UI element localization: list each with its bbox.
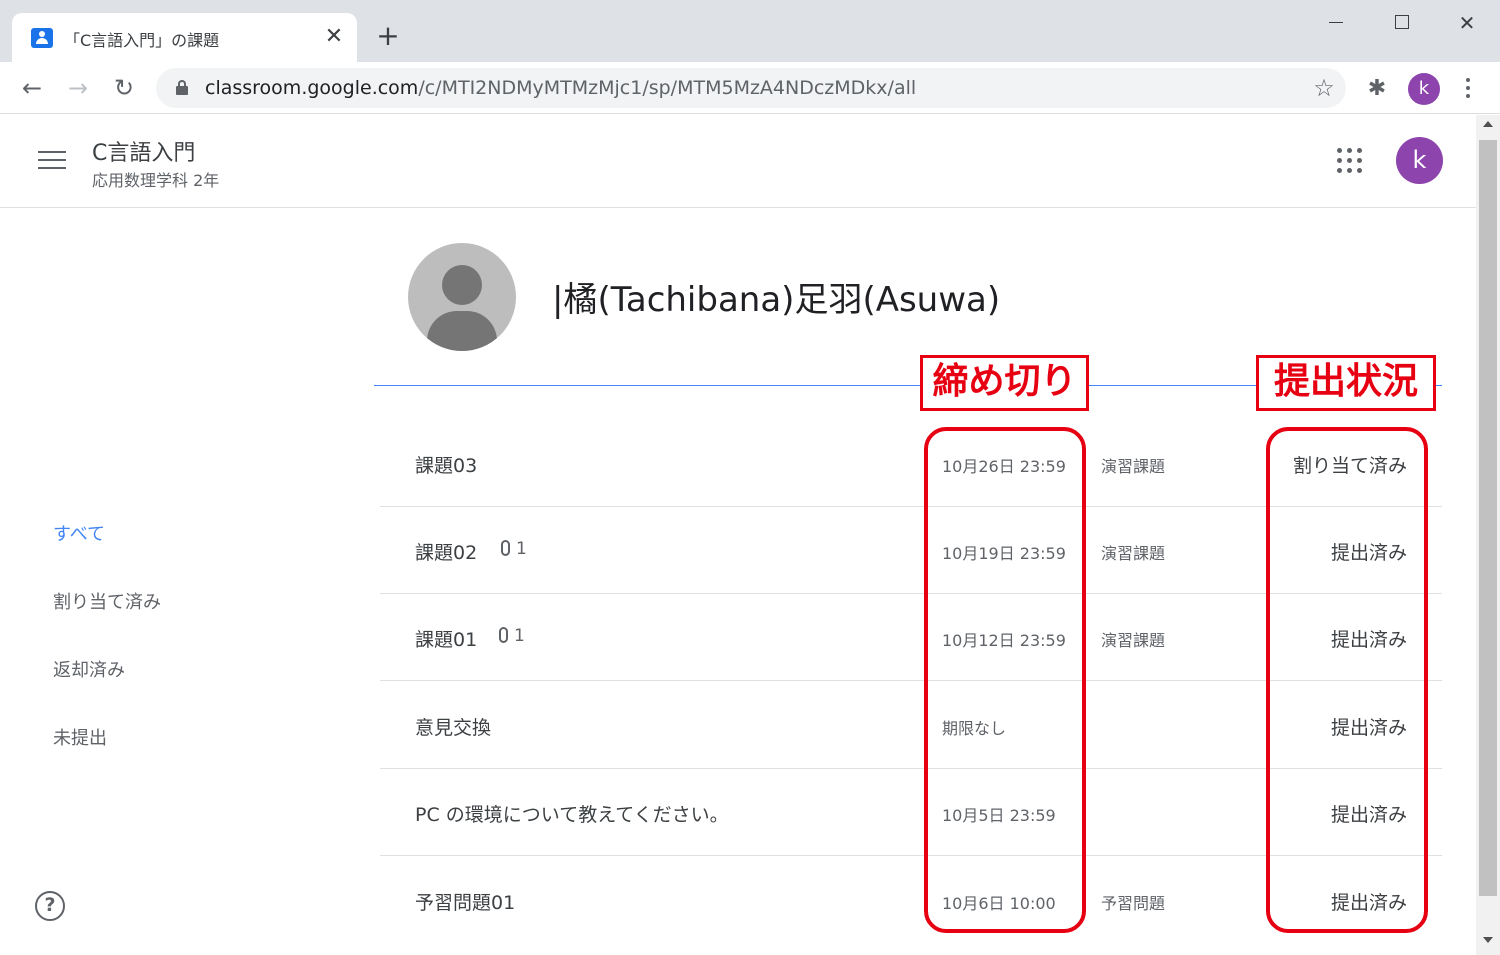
classroom-favicon-icon [31, 28, 53, 48]
account-avatar[interactable]: k [1396, 137, 1443, 184]
assignment-type: 演習課題 [1101, 457, 1166, 476]
assignment-title: 課題02 [415, 542, 478, 564]
extensions-puzzle-icon[interactable]: ✱ [1362, 74, 1392, 104]
assignment-type: 演習課題 [1101, 631, 1166, 650]
scroll-down-arrow-icon[interactable] [1483, 937, 1493, 943]
scroll-thumb[interactable] [1479, 140, 1497, 896]
assignment-title: 意見交換 [415, 717, 492, 739]
window-close-button[interactable]: ✕ [1444, 8, 1490, 38]
deadline-highlight-box [924, 427, 1086, 933]
minimize-icon [1329, 22, 1343, 23]
course-title[interactable]: C言語入門 [92, 135, 195, 167]
url-host: classroom.google.com [205, 77, 419, 99]
browser-tabstrip: 「C言語入門」の課題 ✕ + ✕ [0, 0, 1500, 62]
filter-missing[interactable]: 未提出 [53, 724, 107, 750]
status-annotation-label: 提出状況 [1256, 355, 1436, 411]
tab-close-icon[interactable]: ✕ [322, 23, 346, 51]
paperclip-icon [501, 540, 510, 556]
google-apps-grid-icon[interactable] [1337, 148, 1363, 174]
reload-icon[interactable]: ↻ [108, 72, 140, 104]
browser-menu-kebab-icon[interactable] [1456, 74, 1480, 104]
deadline-annotation-label: 締め切り [920, 355, 1089, 411]
assignment-title: 課題03 [415, 455, 478, 477]
lock-icon[interactable] [176, 80, 188, 95]
filter-all[interactable]: すべて [53, 520, 105, 546]
assignment-title: 課題01 [415, 629, 478, 651]
bookmark-star-icon[interactable]: ☆ [1308, 72, 1340, 104]
address-bar[interactable]: classroom.google.com/c/MTI2NDMyMTMzMjc1/… [156, 68, 1346, 108]
status-highlight-box [1266, 427, 1428, 933]
back-arrow-icon[interactable]: ← [16, 72, 48, 104]
assignment-title: 予習問題01 [415, 892, 516, 914]
paperclip-icon [499, 627, 508, 643]
student-name: |橘(Tachibana)足羽(Asuwa) [552, 280, 1001, 320]
new-tab-button[interactable]: + [372, 20, 404, 52]
browser-toolbar: ← → ↻ classroom.google.com/c/MTI2NDMyMTM… [0, 62, 1500, 114]
filter-assigned[interactable]: 割り当て済み [53, 588, 161, 614]
classroom-header: C言語入門 応用数理学科 2年 k [0, 115, 1476, 208]
course-subtitle: 応用数理学科 2年 [92, 171, 220, 190]
forward-arrow-icon[interactable]: → [62, 72, 94, 104]
help-icon[interactable]: ? [35, 891, 65, 921]
window-maximize-button[interactable] [1379, 8, 1425, 38]
student-avatar [408, 243, 516, 351]
url-text[interactable]: classroom.google.com/c/MTI2NDMyMTMzMjc1/… [205, 77, 916, 99]
browser-tab-active[interactable]: 「C言語入門」の課題 ✕ [12, 13, 357, 62]
url-path: /c/MTI2NDMyMTMzMjc1/sp/MTM5MzA4NDczMDkx/… [418, 77, 917, 99]
page-scrollbar[interactable] [1476, 115, 1500, 955]
attachment-count: 1 [499, 626, 525, 646]
browser-profile-avatar[interactable]: k [1408, 73, 1440, 105]
assignment-type: 予習問題 [1101, 894, 1166, 913]
attachment-count: 1 [501, 539, 527, 559]
scroll-up-arrow-icon[interactable] [1483, 121, 1493, 127]
window-minimize-button[interactable] [1313, 8, 1359, 38]
assignment-title: PC の環境について教えてください。 [415, 804, 729, 826]
tab-title: 「C言語入門」の課題 [64, 31, 220, 50]
maximize-icon [1395, 15, 1409, 29]
hamburger-menu-icon[interactable] [38, 151, 66, 171]
filter-returned[interactable]: 返却済み [53, 656, 125, 682]
assignment-type: 演習課題 [1101, 544, 1166, 563]
